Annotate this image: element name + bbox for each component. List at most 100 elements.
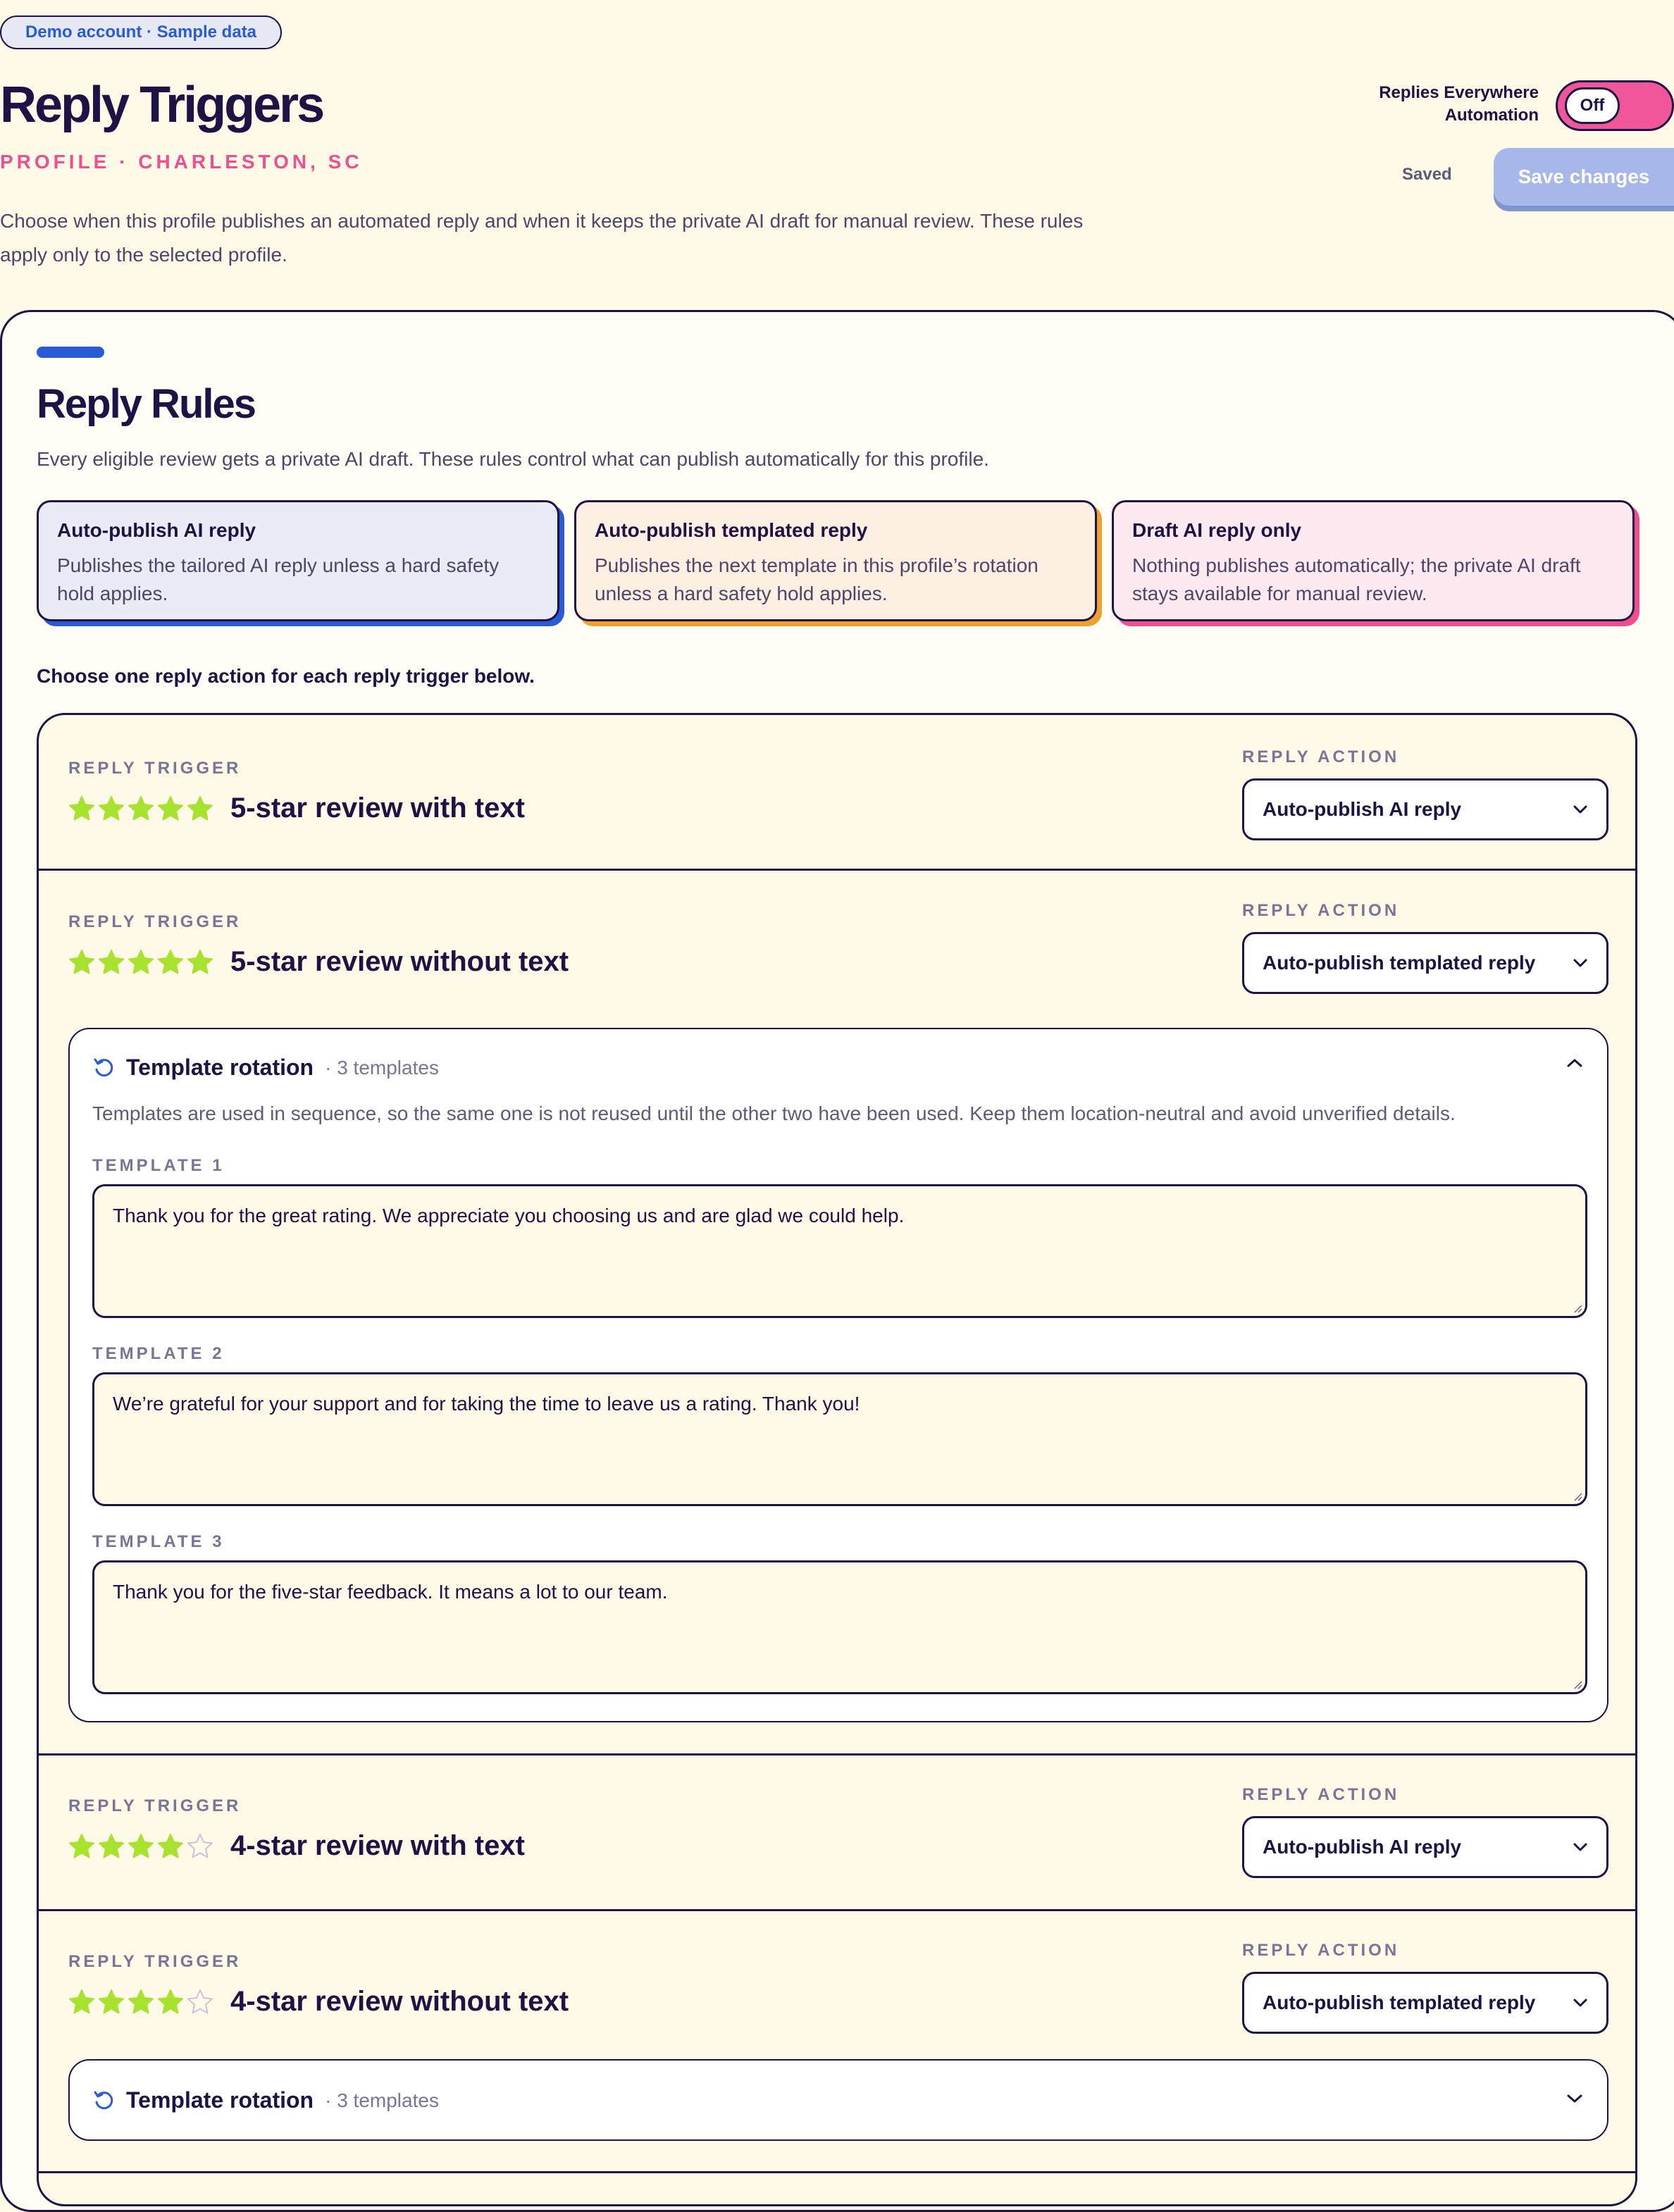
page-title: Reply Triggers (0, 77, 325, 133)
template-rotation-header[interactable]: Template rotation · 3 templates (92, 1055, 439, 1081)
star-filled-icon (99, 950, 124, 974)
reply-action-select[interactable]: Auto-publish AI reply (1242, 1816, 1608, 1878)
save-changes-button[interactable]: Save changes (1494, 148, 1674, 206)
reply-trigger-label: REPLY TRIGGER (68, 1952, 242, 1971)
section-accent-bar (37, 347, 104, 358)
legend-title: Auto-publish templated reply (595, 519, 868, 541)
chevron-down-icon (1573, 1843, 1587, 1851)
legend-title: Auto-publish AI reply (57, 519, 256, 541)
trigger-row: REPLY TRIGGER 4-star review without text… (39, 1911, 1635, 2173)
star-rating (68, 1833, 213, 1860)
resize-handle-icon[interactable] (1573, 1491, 1582, 1501)
star-filled-icon (69, 950, 94, 974)
star-filled-icon (128, 1834, 154, 1858)
trigger-row: REPLY TRIGGER 5-star review with text RE… (39, 715, 1635, 871)
automation-toggle-state: Off (1565, 87, 1620, 124)
rotate-icon (94, 1058, 113, 1076)
reply-rules-title: Reply Rules (37, 381, 256, 427)
resize-handle-icon[interactable] (1573, 1303, 1582, 1313)
legend-description: Publishes the tailored AI reply unless a… (57, 554, 500, 604)
demo-account-badge: Demo account · Sample data (0, 15, 282, 49)
template-3-text: Thank you for the five-star feedback. It… (113, 1581, 668, 1603)
template-2-text: We’re grateful for your support and for … (113, 1393, 860, 1415)
resize-handle-icon[interactable] (1573, 1679, 1582, 1689)
star-filled-icon (99, 1989, 124, 2014)
star-filled-icon (69, 796, 94, 821)
template-count: · 3 templates (325, 2089, 439, 2111)
reply-action-value: Auto-publish AI reply (1263, 798, 1462, 820)
template-3-textarea[interactable]: Thank you for the five-star feedback. It… (92, 1560, 1587, 1694)
automation-label: Replies Everywhere Automation (1379, 83, 1539, 125)
reply-action-label: REPLY ACTION (1242, 1941, 1400, 1960)
saved-status: Saved (1402, 165, 1452, 184)
trigger-row: REPLY TRIGGER 4-star review with text RE… (39, 1756, 1635, 1911)
template-rotation-panel-collapsed[interactable]: Template rotation · 3 templates (68, 2059, 1608, 2141)
star-filled-icon (158, 950, 183, 974)
reply-action-label: REPLY ACTION (1242, 1785, 1400, 1804)
automation-toggle[interactable]: Off (1556, 80, 1674, 131)
star-filled-icon (158, 1834, 183, 1858)
star-filled-icon (128, 1989, 154, 2014)
rotate-icon (94, 2091, 113, 2109)
legend-auto-publish-ai: Auto-publish AI reply Publishes the tail… (37, 500, 559, 621)
legend-draft-only: Draft AI reply only Nothing publishes au… (1112, 500, 1635, 621)
reply-trigger-label: REPLY TRIGGER (68, 1796, 242, 1815)
legend-auto-publish-template: Auto-publish templated reply Publishes t… (574, 500, 1097, 621)
trigger-name: 4-star review with text (230, 1830, 525, 1861)
star-rating (68, 949, 213, 976)
star-filled-icon (187, 950, 213, 974)
template-1-text: Thank you for the great rating. We appre… (113, 1205, 905, 1226)
star-rating (68, 1989, 213, 2015)
template-3-label: TEMPLATE 3 (92, 1532, 225, 1551)
star-rating (68, 795, 213, 822)
star-filled-icon (158, 796, 183, 821)
star-filled-icon (69, 1989, 94, 2014)
reply-action-select[interactable]: Auto-publish AI reply (1242, 778, 1608, 840)
template-count: · 3 templates (325, 1056, 439, 1079)
reply-action-select[interactable]: Auto-publish templated reply (1242, 1972, 1608, 2034)
chevron-down-icon (1573, 959, 1587, 967)
star-filled-icon (99, 796, 124, 821)
chevron-up-icon[interactable] (1566, 1057, 1583, 1069)
template-rotation-description: Templates are used in sequence, so the s… (92, 1102, 1456, 1124)
star-filled-icon (99, 1834, 124, 1858)
legend-description: Nothing publishes automatically; the pri… (1132, 554, 1581, 604)
trigger-row: REPLY TRIGGER 5-star review without text… (39, 871, 1635, 1756)
template-2-label: TEMPLATE 2 (92, 1344, 225, 1363)
legend-description: Publishes the next template in this prof… (595, 554, 1038, 604)
reply-trigger-label: REPLY TRIGGER (68, 759, 242, 778)
star-filled-icon (187, 796, 213, 821)
reply-action-label: REPLY ACTION (1242, 747, 1400, 766)
reply-triggers-list: REPLY TRIGGER 5-star review with text RE… (37, 713, 1637, 2206)
chevron-down-icon[interactable] (1566, 2093, 1583, 2104)
template-rotation-panel: Template rotation · 3 templates Template… (68, 1028, 1608, 1722)
chevron-down-icon (1573, 805, 1587, 814)
star-empty-icon (187, 1834, 213, 1858)
star-empty-icon (187, 1989, 213, 2014)
star-filled-icon (128, 796, 154, 821)
template-1-label: TEMPLATE 1 (92, 1156, 225, 1175)
profile-subtitle: PROFILE · CHARLESTON, SC (0, 151, 363, 173)
star-filled-icon (69, 1834, 94, 1858)
template-rotation-header[interactable]: Template rotation · 3 templates (92, 2087, 439, 2113)
trigger-name: 5-star review with text (230, 793, 525, 824)
reply-action-select[interactable]: Auto-publish templated reply (1242, 932, 1608, 994)
reply-trigger-label: REPLY TRIGGER (68, 912, 242, 931)
template-rotation-title: Template rotation (126, 1055, 314, 1080)
template-rotation-title: Template rotation (126, 2087, 314, 2113)
choose-action-instruction: Choose one reply action for each reply t… (37, 665, 535, 687)
reply-action-value: Auto-publish AI reply (1263, 1836, 1462, 1858)
reply-action-label: REPLY ACTION (1242, 901, 1400, 920)
trigger-name: 4-star review without text (230, 1986, 569, 2017)
reply-rules-description: Every eligible review gets a private AI … (37, 448, 989, 470)
reply-action-value: Auto-publish templated reply (1263, 952, 1536, 974)
template-2-textarea[interactable]: We’re grateful for your support and for … (92, 1372, 1587, 1506)
intro-text: Choose when this profile publishes an au… (0, 210, 1084, 266)
reply-action-value: Auto-publish templated reply (1263, 1992, 1536, 2013)
trigger-name: 5-star review without text (230, 946, 569, 977)
star-filled-icon (128, 950, 154, 974)
legend-title: Draft AI reply only (1132, 519, 1302, 541)
template-1-textarea[interactable]: Thank you for the great rating. We appre… (92, 1184, 1587, 1318)
star-filled-icon (158, 1989, 183, 2014)
chevron-down-icon (1573, 1999, 1587, 2007)
